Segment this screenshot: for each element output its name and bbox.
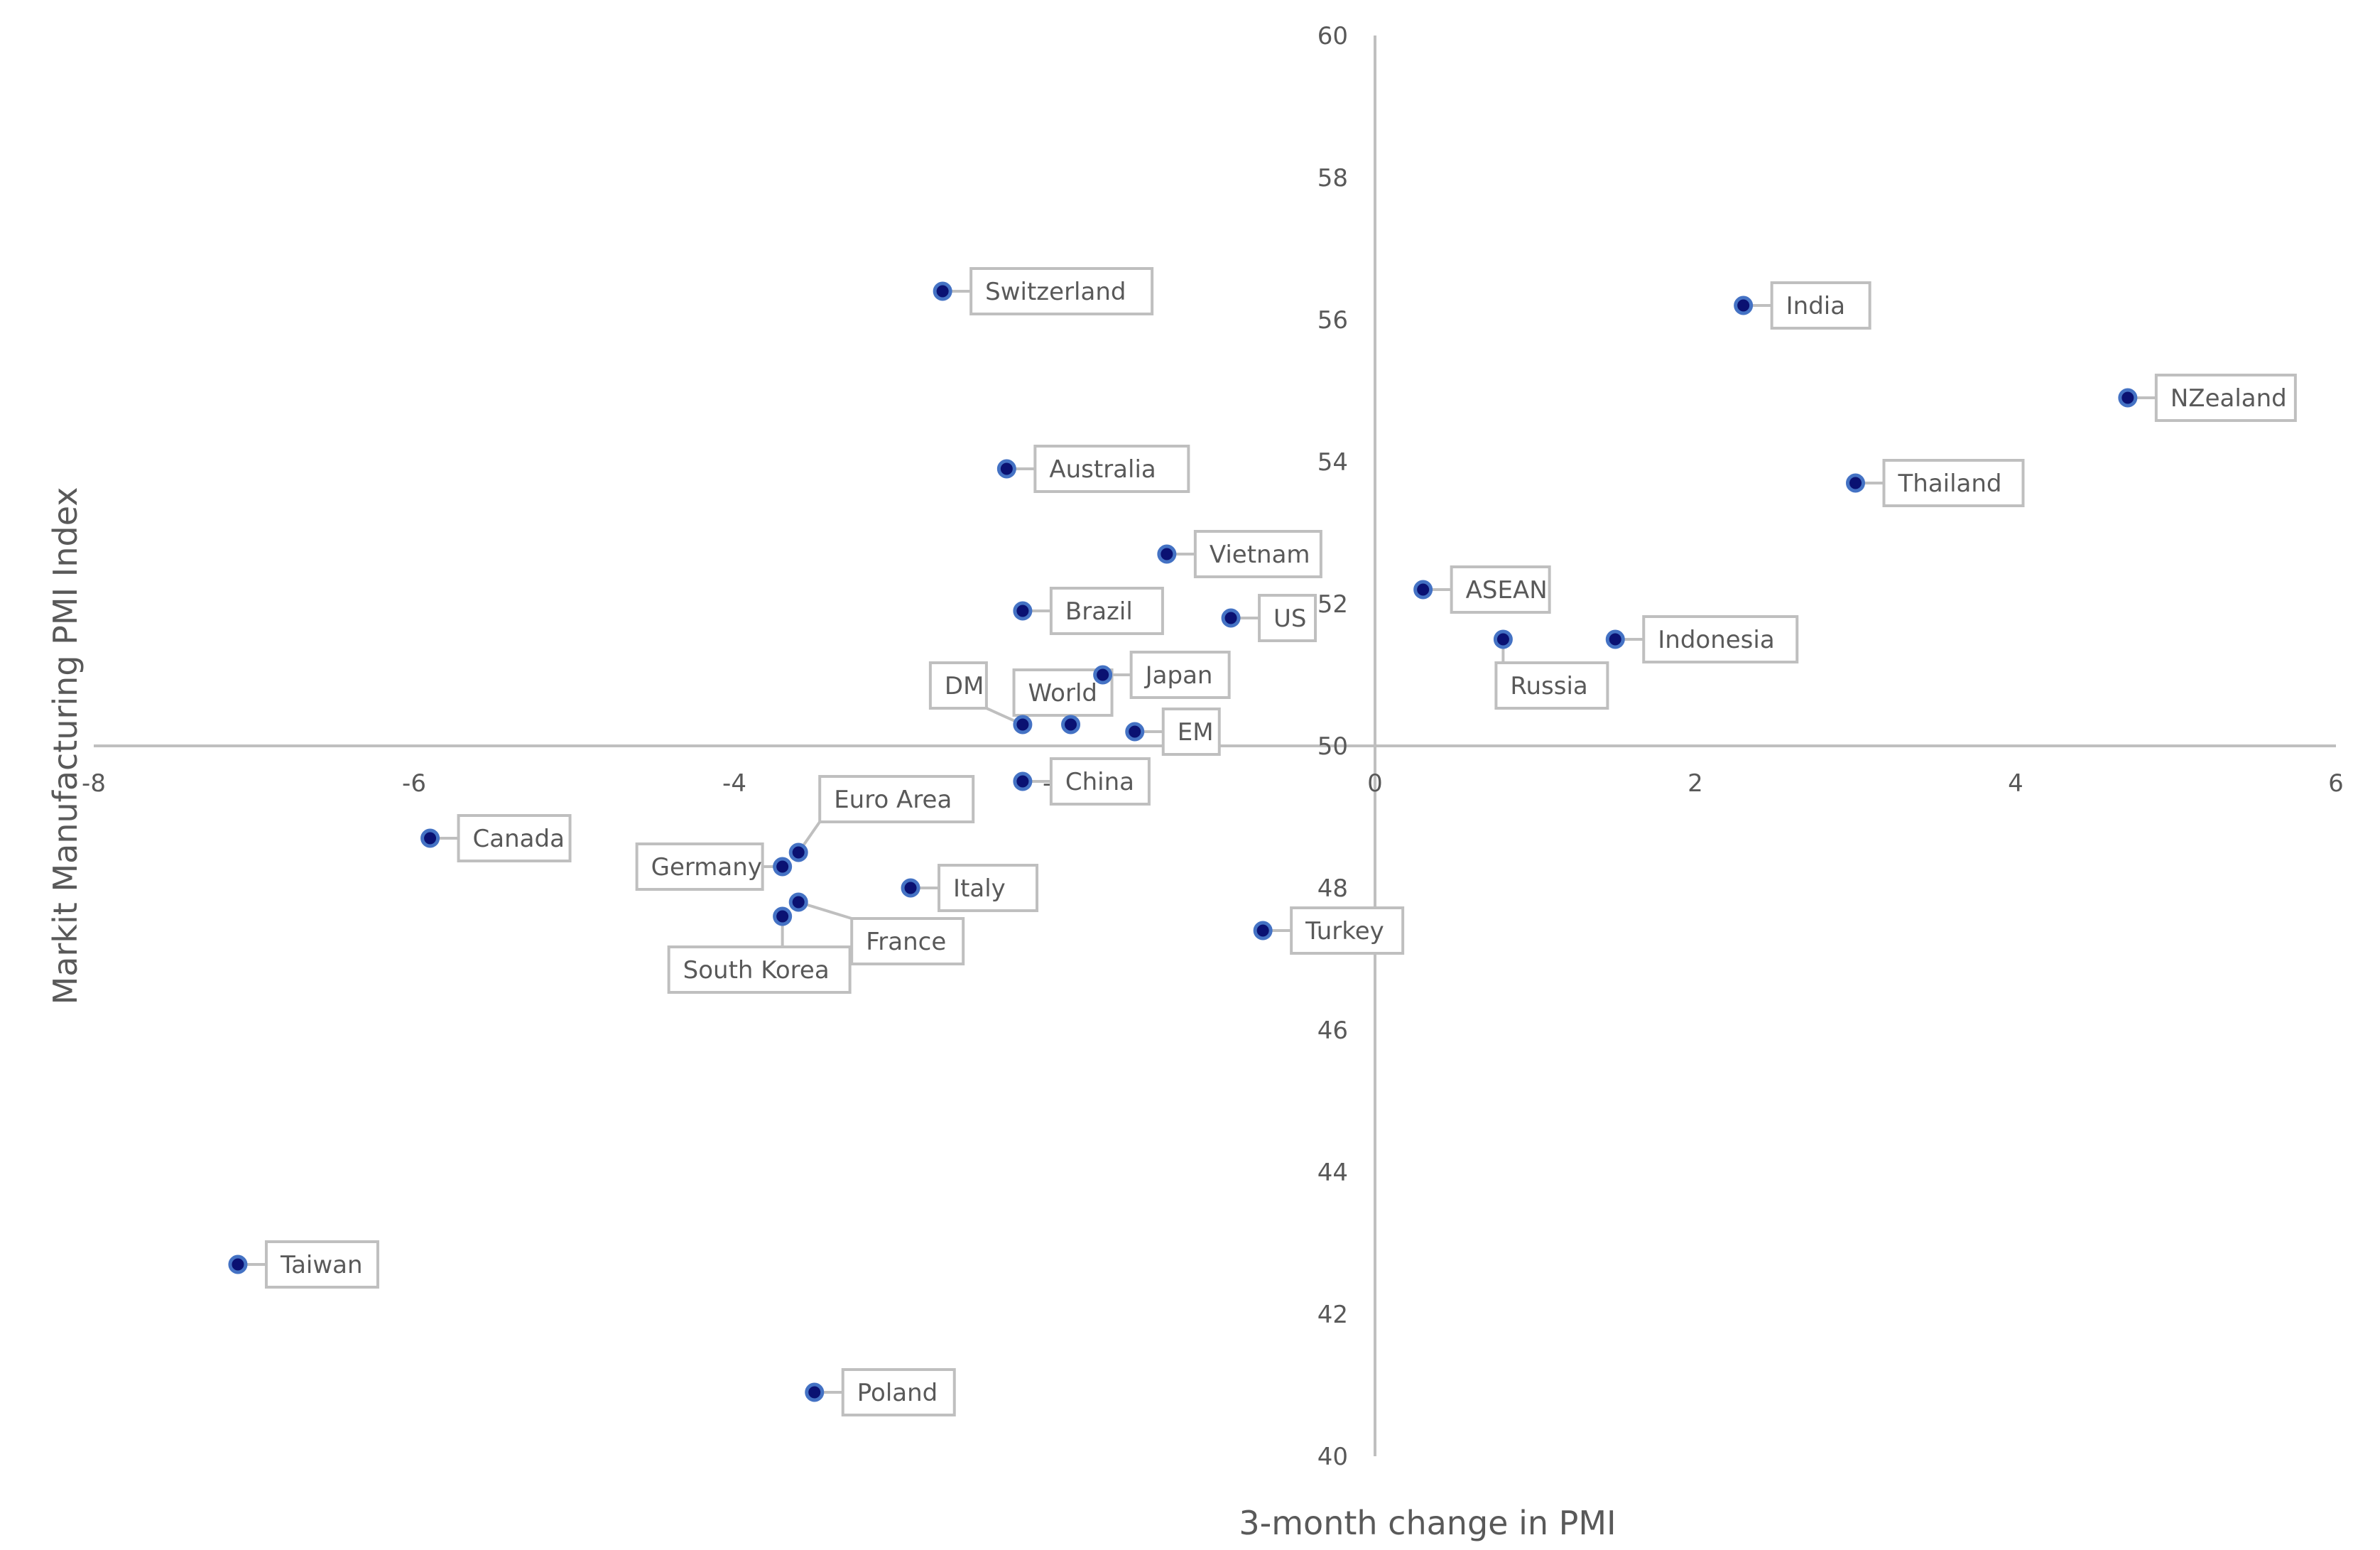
data-label: Euro Area: [834, 786, 952, 814]
data-label: Thailand: [1898, 470, 2002, 498]
x-tick-label: 0: [1367, 769, 1383, 798]
data-point-em[interactable]: [1125, 722, 1145, 742]
data-label: Canada: [473, 825, 565, 853]
y-tick-label: 42: [1317, 1301, 1348, 1329]
data-label: Italy: [953, 874, 1006, 903]
y-axis-title: Markit Manufacturing PMI Index: [46, 487, 85, 1005]
data-label: Taiwan: [280, 1251, 363, 1279]
y-tick-label: 48: [1317, 874, 1348, 903]
y-tick-label: 58: [1317, 164, 1348, 193]
x-tick-label: 2: [1688, 769, 1703, 798]
y-tick-labels: 40 42 44 46 48 50 52 54 56 58 60: [1317, 22, 1348, 1471]
data-point-vietnam[interactable]: [1157, 544, 1177, 564]
data-point-us[interactable]: [1221, 608, 1241, 628]
data-point-south-korea[interactable]: [773, 906, 793, 926]
data-label: ASEAN: [1466, 576, 1548, 605]
data-point-turkey[interactable]: [1253, 921, 1273, 941]
data-point-brazil[interactable]: [1013, 601, 1033, 621]
data-point-india[interactable]: [1734, 296, 1754, 315]
data-point-switzerland[interactable]: [933, 281, 952, 301]
data-point-australia[interactable]: [996, 459, 1016, 479]
data-label: Australia: [1049, 455, 1156, 484]
data-label: Vietnam: [1210, 541, 1310, 569]
x-tick-label: 6: [2328, 769, 2344, 798]
y-tick-label: 44: [1317, 1159, 1348, 1187]
x-tick-label: -6: [402, 769, 426, 798]
x-tick-labels: -8-6-4-20246: [82, 769, 2344, 798]
data-point-euro-area[interactable]: [788, 842, 808, 862]
y-tick-label: 46: [1317, 1017, 1348, 1045]
data-point-canada[interactable]: [420, 828, 440, 848]
scatter-chart: -8-6-4-20246 4042444648505254565860 Swit…: [46, 22, 2344, 1542]
x-axis-title: 3-month change in PMI: [1239, 1504, 1616, 1542]
data-point-poland[interactable]: [805, 1382, 825, 1402]
data-label: Brazil: [1065, 597, 1133, 626]
y-tick-label: 50: [1317, 732, 1348, 761]
data-point-russia[interactable]: [1493, 629, 1513, 649]
data-labels: Switzerland India NZealand Australia Thailan…: [237, 267, 2297, 1416]
data-label: Japan: [1144, 661, 1213, 690]
data-point-thailand[interactable]: [1846, 473, 1865, 493]
y-tick-label: 54: [1317, 448, 1348, 477]
data-point-indonesia[interactable]: [1605, 629, 1625, 649]
data-point-germany[interactable]: [773, 857, 793, 877]
y-tick-label: 56: [1317, 306, 1348, 335]
data-label: US: [1273, 605, 1306, 633]
x-tick-label: -8: [82, 769, 106, 798]
data-label: Germany: [651, 853, 762, 882]
data-point-asean[interactable]: [1413, 580, 1433, 600]
data-point-italy[interactable]: [901, 878, 920, 898]
y-tick-label: 40: [1317, 1443, 1348, 1471]
data-label: Switzerland: [985, 278, 1126, 306]
data-label: World: [1028, 679, 1097, 708]
data-point-world[interactable]: [1061, 715, 1081, 735]
data-label: EM: [1178, 718, 1214, 747]
data-label: Poland: [857, 1379, 938, 1407]
data-label: India: [1786, 292, 1845, 320]
data-point-china[interactable]: [1013, 771, 1033, 791]
data-label: China: [1065, 768, 1134, 796]
x-tick-label: -4: [722, 769, 746, 798]
y-tick-label: 52: [1317, 590, 1348, 619]
data-label: South Korea: [683, 956, 830, 985]
data-point-dm[interactable]: [1013, 715, 1033, 735]
data-point-japan[interactable]: [1093, 665, 1113, 685]
data-label: France: [866, 928, 946, 956]
data-label: Turkey: [1305, 917, 1384, 945]
data-label: Russia: [1510, 672, 1587, 700]
data-point-france[interactable]: [788, 892, 808, 912]
y-tick-label: 60: [1317, 22, 1348, 50]
data-label: DM: [945, 672, 984, 700]
x-tick-label: 4: [2008, 769, 2023, 798]
data-label: Indonesia: [1658, 626, 1774, 654]
data-label: NZealand: [2170, 384, 2287, 413]
data-point-nzealand[interactable]: [2118, 388, 2138, 408]
data-point-taiwan[interactable]: [228, 1254, 248, 1274]
